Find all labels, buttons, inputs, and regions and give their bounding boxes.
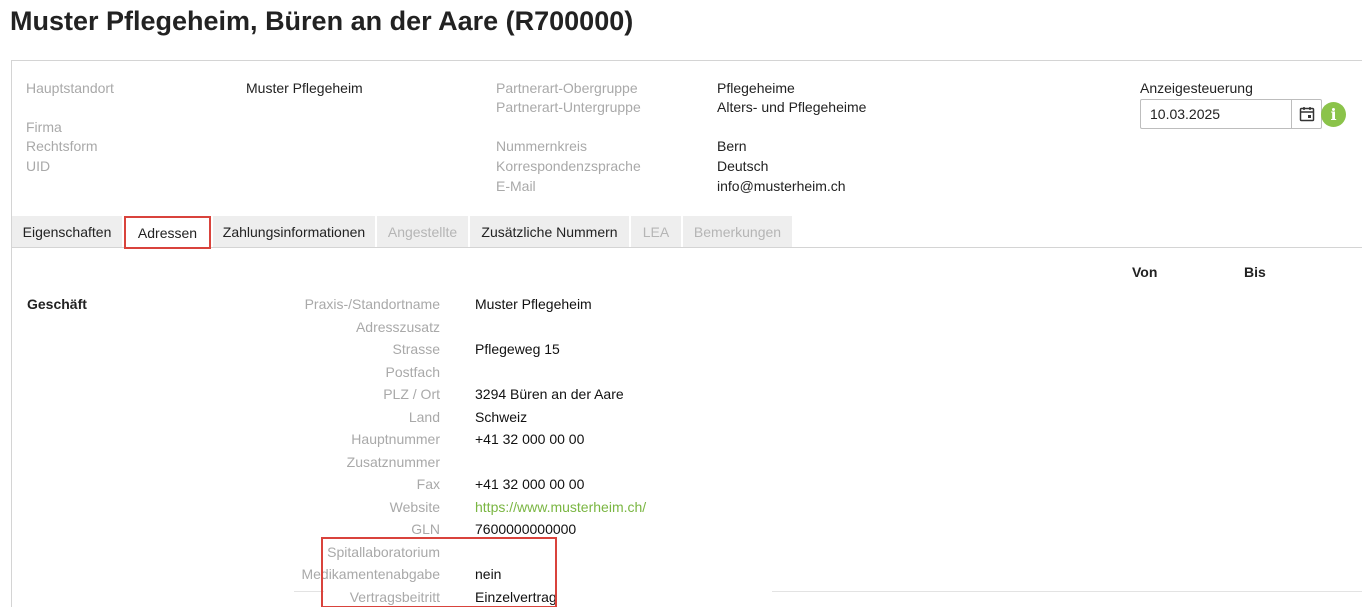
row-label: Land [408,409,440,425]
row-value: +41 32 000 00 00 [475,431,585,447]
hauptstandort-label: Hauptstandort [26,80,114,96]
rechtsform-label: Rechtsform [26,138,98,154]
divider [772,591,1362,592]
row-label: Fax [416,476,440,492]
column-bis: Bis [1244,264,1266,280]
row-label: GLN [411,521,440,537]
row-value: Pflegeweg 15 [475,341,560,357]
nummernkreis-value: Bern [717,138,747,154]
untergruppe-value: Alters- und Pflegeheime [717,99,867,115]
row-label: Adresszusatz [355,319,440,335]
tab-eigenschaften[interactable]: Eigenschaften [12,216,122,247]
row-label: Praxis-/Standortname [304,296,440,312]
detail-panel: Hauptstandort Muster Pflegeheim Firma Re… [11,60,1362,607]
row-value: Muster Pflegeheim [475,296,592,312]
nummernkreis-label: Nummernkreis [496,138,588,154]
uid-label: UID [26,158,51,174]
website-value[interactable]: https://www.musterheim.ch/ [475,499,646,515]
divider [294,591,324,592]
tab-zahlungsinformationen[interactable]: Zahlungsinformationen [213,216,375,247]
calendar-icon[interactable] [1291,100,1321,128]
row-value: +41 32 000 00 00 [475,476,585,492]
tab-angestellte: Angestellte [377,216,468,247]
anzeigesteuerung-date-field[interactable]: 10.03.2025 [1140,99,1322,129]
row-value: Schweiz [475,409,528,425]
section-title-geschaeft: Geschäft [27,296,87,312]
page-title: Muster Pflegeheim, Büren an der Aare (R7… [10,6,634,36]
untergruppe-label: Partnerart-Untergruppe [496,99,641,115]
email-label: E-Mail [496,178,536,194]
tab-bemerkungen: Bemerkungen [683,216,792,247]
row-value: 3294 Büren an der Aare [475,386,624,402]
tab-adressen[interactable]: Adressen [124,216,211,249]
row-label: Postfach [385,364,440,380]
row-label: PLZ / Ort [383,386,440,402]
row-label: Hauptnummer [351,431,440,447]
row-label: Strasse [392,341,440,357]
row-label: Zusatznummer [346,454,440,470]
website-link[interactable]: https://www.musterheim.ch/ [475,499,646,515]
hauptstandort-value: Muster Pflegeheim [246,80,363,96]
anzeigesteuerung-label: Anzeigesteuerung [1140,80,1253,96]
obergruppe-value: Pflegeheime [717,80,795,96]
obergruppe-label: Partnerart-Obergruppe [496,80,638,96]
row-label: Website [389,499,440,515]
info-icon[interactable]: i [1321,102,1346,127]
highlight-box [321,537,557,607]
row-value: 7600000000000 [475,521,577,537]
tab-bar: Eigenschaften Adressen Zahlungsinformati… [12,216,1362,249]
korrespondenz-value: Deutsch [717,158,769,174]
column-von: Von [1132,264,1158,280]
date-value[interactable]: 10.03.2025 [1150,106,1220,122]
tab-lea: LEA [631,216,681,247]
firma-label: Firma [26,119,62,135]
email-value: info@musterheim.ch [717,178,846,194]
tab-zusaetzliche-nummern[interactable]: Zusätzliche Nummern [470,216,629,247]
korrespondenz-label: Korrespondenzsprache [496,158,641,174]
